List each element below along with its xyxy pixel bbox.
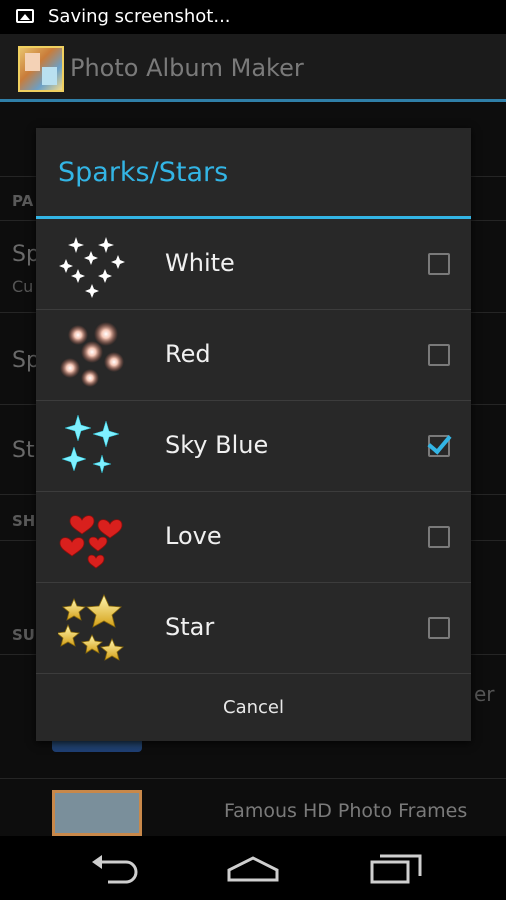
back-icon[interactable] [84, 848, 144, 888]
option-checkbox[interactable] [428, 253, 450, 275]
navigation-bar [0, 836, 506, 900]
list-item-sub: Cu [12, 277, 34, 296]
option-white[interactable]: White [36, 219, 471, 310]
list-item: St [12, 438, 35, 463]
hearts-icon [59, 515, 123, 569]
red-sparks-icon [60, 322, 124, 387]
status-bar: Saving screenshot... [0, 0, 506, 34]
checkmark-icon [427, 429, 452, 455]
section-header: PA [12, 192, 34, 210]
option-checkbox[interactable] [428, 617, 450, 639]
sky-blue-sparks-icon [61, 414, 120, 474]
list-item-text: er [474, 682, 495, 706]
app-icon[interactable] [18, 46, 64, 92]
option-label: Red [165, 340, 211, 368]
option-label: Sky Blue [165, 431, 269, 459]
option-checkbox[interactable] [428, 344, 450, 366]
section-header: SH [12, 512, 36, 530]
status-notification-text: Saving screenshot... [48, 6, 231, 27]
recent-apps-icon[interactable] [366, 848, 426, 888]
option-checkbox[interactable] [427, 429, 452, 457]
option-star[interactable]: Star [36, 583, 471, 674]
option-label: White [165, 249, 235, 277]
gold-stars-icon [58, 594, 124, 661]
image-icon [16, 9, 34, 23]
action-bar: Photo Album Maker [0, 34, 506, 102]
cancel-button[interactable]: Cancel [36, 675, 471, 741]
sparks-stars-dialog: Sparks/Stars White Red Sky Blue Love Sta… [36, 128, 471, 741]
option-red[interactable]: Red [36, 310, 471, 401]
option-label: Star [165, 613, 215, 641]
app-title: Photo Album Maker [70, 54, 304, 82]
home-icon[interactable] [223, 848, 283, 888]
option-love[interactable]: Love [36, 492, 471, 583]
option-label: Love [165, 522, 222, 550]
option-checkbox[interactable] [428, 526, 450, 548]
frames-label: Famous HD Photo Frames [224, 800, 468, 822]
option-sky-blue[interactable]: Sky Blue [36, 401, 471, 492]
white-sparks-icon [59, 237, 125, 298]
dialog-title: Sparks/Stars [58, 157, 229, 188]
frames-thumbnail [52, 790, 142, 836]
section-header: SU [12, 626, 35, 644]
